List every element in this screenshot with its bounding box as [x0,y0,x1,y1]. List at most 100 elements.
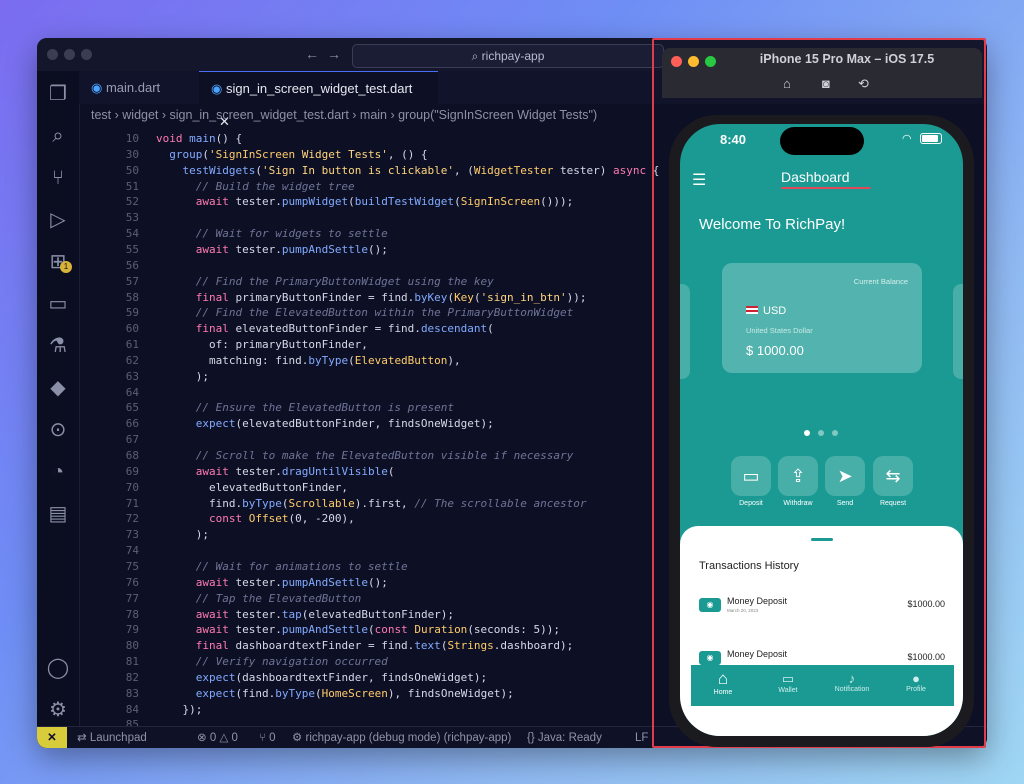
code-line[interactable]: // Ensure the ElevatedButton is present [156,401,454,414]
code-line[interactable]: // Find the PrimaryButtonWidget using th… [156,275,494,288]
nav-profile[interactable]: ● Profile [891,669,941,693]
problems-status[interactable]: ⊗ 0 △ 0 [197,727,238,748]
deposit-button[interactable]: ▭ [731,456,771,496]
send-icon: ➤ [837,466,853,486]
code-line[interactable]: // Verify navigation occurred [156,655,388,668]
code-line[interactable]: await tester.dragUntilVisible( [156,465,395,478]
java-status[interactable]: {} Java: Ready [527,727,602,748]
breadcrumb-item[interactable]: test [91,108,111,122]
source-control-icon[interactable]: ⑂ [45,165,71,191]
line-number: 64 [125,385,139,399]
send-button[interactable]: ➤ [825,456,865,496]
nav-home[interactable]: ⌂ Home [698,669,748,696]
explorer-icon[interactable]: ❐ [45,81,71,107]
code-line[interactable]: // Wait for widgets to settle [156,227,388,240]
forward-arrow-icon[interactable]: → [327,46,341,62]
next-card-peek[interactable] [953,284,963,379]
run-debug-icon[interactable]: ▷ [45,207,71,233]
page-dot-active[interactable] [804,430,810,436]
code-line[interactable]: // Wait for animations to settle [156,560,408,573]
code-line[interactable]: ); [156,528,209,541]
page-dot[interactable] [818,430,824,436]
account-icon[interactable]: ◯ [45,655,71,681]
code-editor[interactable]: 10 void main() {30 group('SignInScreen Wi… [79,126,660,731]
ports-status[interactable]: ⑂ 0 [259,727,276,748]
code-line[interactable]: find.byType(Scrollable).first, // The sc… [156,497,587,510]
menu-icon[interactable]: ☰ [692,170,706,190]
code-line[interactable]: testWidgets('Sign In button is clickable… [156,164,660,177]
nav-wallet[interactable]: ▭ Wallet [763,669,813,694]
code-line[interactable]: group('SignInScreen Widget Tests', () { [156,148,427,161]
transactions-title: Transactions History [699,560,799,572]
breadcrumb-item[interactable]: widget [122,108,158,122]
back-arrow-icon[interactable]: ← [305,46,319,62]
flutter-icon[interactable]: ◆ [45,375,71,401]
code-line[interactable]: matching: find.byType(ElevatedButton), [156,354,461,367]
eol-status[interactable]: LF [635,727,648,748]
sheet-handle[interactable] [811,538,833,541]
page-dot[interactable] [832,430,838,436]
line-number: 65 [125,401,139,415]
search-icon[interactable]: ⌕ [45,123,71,149]
balance-card[interactable]: Current Balance USD United States Dollar… [722,263,922,373]
code-line[interactable]: await tester.pumpAndSettle(); [156,243,388,256]
line-number: 77 [125,591,139,605]
rotate-icon[interactable]: ⟲ [858,76,869,92]
code-line[interactable]: await tester.pumpWidget(buildTestWidget(… [156,195,574,208]
code-line[interactable]: expect(find.byType(HomeScreen), findsOne… [156,687,514,700]
folder-icon[interactable]: ▤ [45,501,71,527]
zoom-window-button[interactable] [705,56,716,67]
wifi-icon: ◠ [902,133,912,145]
line-number: 30 [125,147,139,161]
withdraw-button[interactable]: ⇪ [778,456,818,496]
code-line[interactable]: // Scroll to make the ElevatedButton vis… [156,449,574,462]
dashboard-title: Dashboard [781,169,850,185]
remote-indicator[interactable]: ✕ [37,727,67,748]
code-line[interactable]: // Build the widget tree [156,180,355,193]
code-line[interactable]: final dashboardtextFinder = find.text(St… [156,639,574,652]
launchpad-status[interactable]: ⇄ Launchpad [77,727,147,748]
command-center[interactable]: ⌕ richpay-app [352,44,664,68]
home-icon[interactable]: ⌂ [783,76,791,91]
zoom-window-button[interactable] [81,49,92,60]
code-line[interactable]: of: primaryButtonFinder, [156,338,368,351]
balance-label: Current Balance [853,277,908,286]
code-line[interactable]: await tester.pumpAndSettle(const Duratio… [156,623,560,636]
close-window-button[interactable] [47,49,58,60]
git-graph-icon[interactable]: ⊙ [45,417,71,443]
screenshot-icon[interactable]: ◙ [822,76,830,91]
code-line[interactable]: expect(elevatedButtonFinder, findsOneWid… [156,417,494,430]
prev-card-peek[interactable] [680,284,690,379]
code-line[interactable]: await tester.pumpAndSettle(); [156,576,388,589]
minimize-window-button[interactable] [688,56,699,67]
code-line[interactable]: await tester.tap(elevatedButtonFinder); [156,608,454,621]
breadcrumb-item[interactable]: sign_in_screen_widget_test.dart [170,108,349,122]
code-line[interactable]: final primaryButtonFinder = find.byKey(K… [156,291,587,304]
line-number: 62 [125,353,139,367]
request-button[interactable]: ⇆ [873,456,913,496]
code-line[interactable]: // Tap the ElevatedButton [156,592,362,605]
tab-sign-in-test[interactable]: ◉ sign_in_screen_widget_test.dart ✕ [199,71,438,129]
line-number: 73 [125,528,139,542]
code-line[interactable]: void main() { [156,132,242,145]
breadcrumb-item[interactable]: main [360,108,387,122]
breadcrumb-item[interactable]: group("SignInScreen Widget Tests") [398,108,597,122]
remote-explorer-icon[interactable]: ▭ [45,291,71,317]
close-window-button[interactable] [671,56,682,67]
debug-status[interactable]: ⚙ richpay-app (debug mode) (richpay-app) [292,727,511,748]
code-line[interactable]: elevatedButtonFinder, [156,481,348,494]
testing-icon[interactable]: ⚗ [45,333,71,359]
line-number: 71 [125,496,139,510]
code-line[interactable]: ); [156,370,209,383]
timeline-icon[interactable]: ◔ [45,459,71,485]
line-number: 56 [125,258,139,272]
gear-icon[interactable]: ⚙ [45,697,71,723]
extensions-icon[interactable]: ⊞ 1 [45,249,72,275]
minimize-window-button[interactable] [64,49,75,60]
nav-notification[interactable]: ♪ Notification [827,669,877,693]
code-line[interactable]: const Offset(0, -200), [156,512,355,525]
code-line[interactable]: expect(dashboardtextFinder, findsOneWidg… [156,671,487,684]
code-line[interactable]: }); [156,703,202,716]
code-line[interactable]: final elevatedButtonFinder = find.descen… [156,322,494,335]
code-line[interactable]: // Find the ElevatedButton within the Pr… [156,306,574,319]
